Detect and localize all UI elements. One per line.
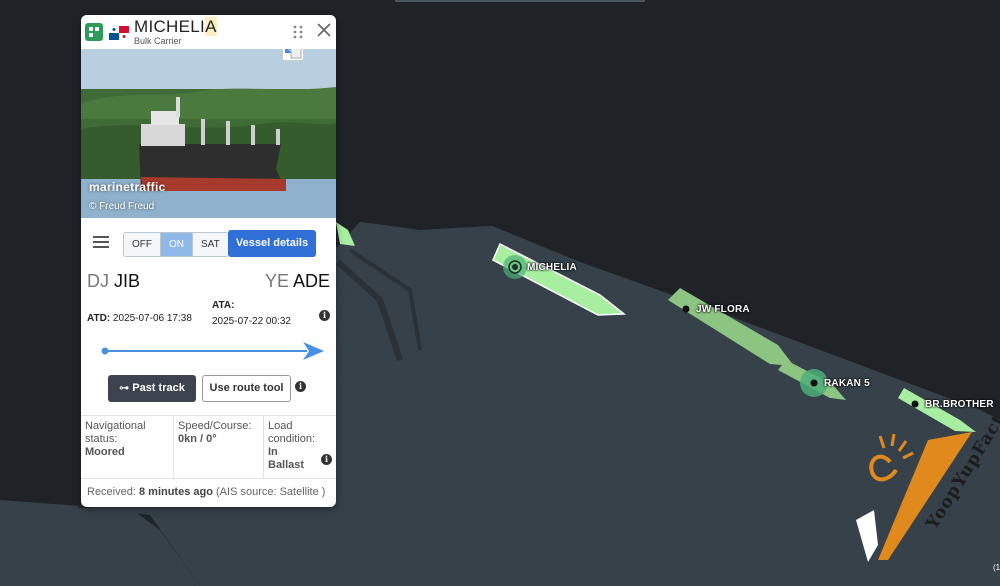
- atd-text: ATD: 2025-07-06 17:38: [87, 313, 192, 324]
- load-condition: Load condition: In Ballast i: [264, 416, 336, 479]
- ata-value: 2025-07-22 00:32: [212, 316, 291, 327]
- departure-port[interactable]: DJ JIB: [87, 271, 140, 292]
- past-track-button[interactable]: ⊶ Past track: [108, 375, 196, 402]
- route-tool-button[interactable]: Use route tool: [202, 375, 291, 402]
- svg-text:G: G: [288, 49, 293, 53]
- vessel-name-highlight: A: [205, 17, 217, 36]
- info-icon[interactable]: i: [319, 310, 330, 321]
- vessel-dot-jw-flora: [682, 305, 690, 313]
- status-row: Navigational status: Moored Speed/Course…: [81, 415, 336, 479]
- vessel-info-panel: MICHELIA Bulk Carrier marinetraffic © Fr…: [81, 15, 336, 507]
- toggle-sat[interactable]: SAT: [193, 233, 228, 256]
- panel-actions: ⊶ Past track Use route tool i: [81, 371, 336, 411]
- vessel-label-rakan-5[interactable]: RAKAN 5: [824, 378, 870, 389]
- panama-flag-icon: [109, 26, 129, 40]
- close-icon[interactable]: [317, 23, 331, 37]
- marinetraffic-logo-icon: [85, 23, 103, 41]
- drag-handle-icon[interactable]: [293, 25, 303, 39]
- info-icon[interactable]: i: [321, 454, 332, 465]
- toggle-off[interactable]: OFF: [124, 233, 161, 256]
- arrival-port[interactable]: YE ADE: [265, 271, 330, 292]
- track-toggle[interactable]: OFF ON SAT: [123, 232, 229, 257]
- vessel-photo[interactable]: marinetraffic © Freud Freud G: [81, 49, 336, 218]
- translate-icon[interactable]: G: [282, 49, 304, 61]
- toggle-on[interactable]: ON: [161, 233, 193, 256]
- speed-course: Speed/Course: 0kn / 0°: [174, 416, 264, 479]
- vessel-dot-br-brother: [911, 400, 919, 408]
- info-icon[interactable]: i: [295, 381, 306, 392]
- ata-label: ATA:: [212, 300, 235, 311]
- vessel-type: Bulk Carrier: [134, 36, 182, 46]
- vessel-label-michelia[interactable]: MICHELIA: [527, 262, 577, 273]
- panel-header: MICHELIA Bulk Carrier: [81, 15, 336, 49]
- vessel-label-br-brother[interactable]: BR.BROTHER: [925, 399, 994, 410]
- nav-status: Navigational status: Moored: [81, 416, 174, 479]
- vessel-label-jw-flora[interactable]: JW FLORA: [696, 304, 750, 315]
- vessel-details-button[interactable]: Vessel details: [228, 230, 316, 257]
- vessel-dot-rakan-5: [810, 379, 818, 387]
- menu-icon[interactable]: [93, 236, 109, 248]
- vessel-name: MICHELIA: [134, 17, 217, 36]
- voyage-times: ATD: 2025-07-06 17:38 ATA: 2025-07-22 00…: [81, 293, 336, 335]
- voyage-progress: [81, 335, 336, 371]
- received-info: Received: 8 minutes ago (AIS source: Sat…: [81, 478, 336, 507]
- panel-controls: OFF ON SAT Vessel details: [81, 218, 336, 265]
- photo-brand-watermark: marinetraffic: [89, 180, 166, 194]
- map-scale-stub: (1: [993, 563, 1000, 572]
- photo-credit: © Freud Freud: [89, 201, 155, 212]
- ports-row: DJ JIB YE ADE: [81, 265, 336, 293]
